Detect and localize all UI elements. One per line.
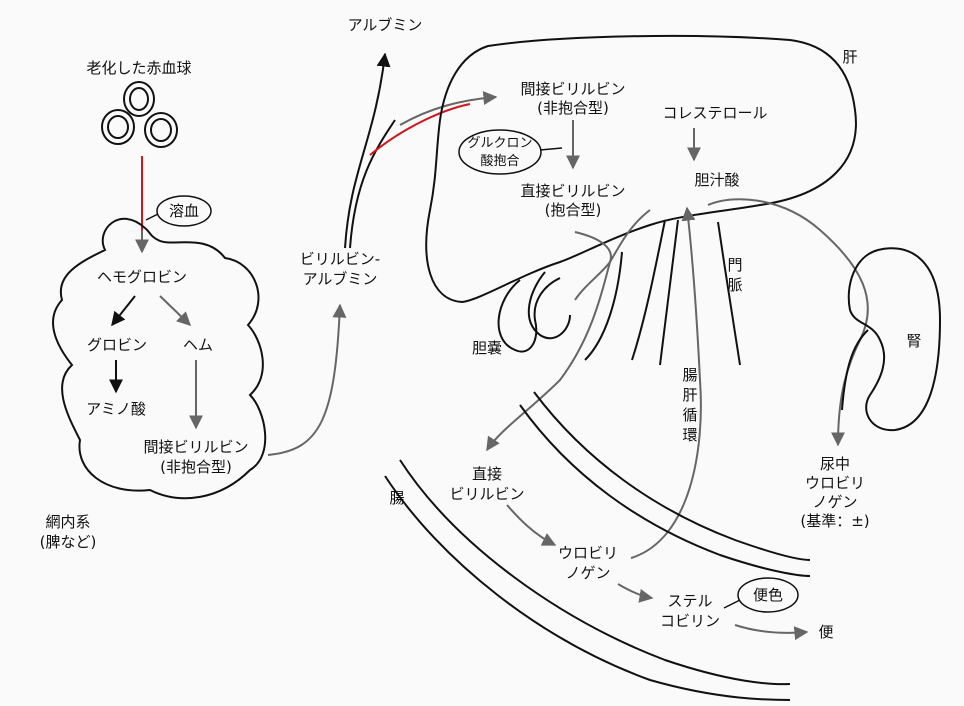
urine-urobilinogen-line1: 尿中 <box>820 455 850 473</box>
intestine-outer-wall <box>384 475 791 701</box>
diagram-canvas: 老化した赤血球 溶血 ヘモグロビン グロビン ヘム アミノ酸 間接ビリルビン (… <box>40 16 942 701</box>
portal-vein-wall-1 <box>631 219 666 361</box>
res-indirect-bilirubin-line1: 間接ビリルビン <box>143 438 248 456</box>
hemolysis-bubble-tail <box>145 213 159 221</box>
stool-color-bubble-tail <box>723 599 741 609</box>
liver-direct-bilirubin-line2: (抱合型) <box>545 201 602 219</box>
bilirubin-to-urobilinogen-arrow <box>506 504 557 546</box>
to-kidney-arrow <box>707 198 869 447</box>
enterohepatic-char2: 肝 <box>682 386 697 404</box>
res-boundary <box>52 217 267 500</box>
bile-duct-to-intestine-arrow <box>486 261 611 452</box>
stercobilin-line2: コビリン <box>660 612 720 630</box>
liver-label: 肝 <box>842 48 857 66</box>
glucuronidation-line2: 酸抱合 <box>480 153 519 169</box>
gallbladder-label: 胆嚢 <box>472 339 502 357</box>
urine-urobilinogen-line4: (基準：±) <box>800 512 869 530</box>
urobilinogen-line2: ノゲン <box>565 564 610 582</box>
stercobilin-to-stool-arrow <box>734 624 809 641</box>
globin-label: グロビン <box>87 336 147 354</box>
res-indirect-bilirubin-line2: (非抱合型) <box>160 458 232 476</box>
heme-label: ヘム <box>183 336 213 354</box>
gut-direct-bilirubin-line2: ビリルビン <box>449 485 524 503</box>
urobilinogen-line1: ウロビリ <box>558 544 618 562</box>
bile-acid-label: 胆汁酸 <box>694 171 739 189</box>
uptake-red-segment <box>369 103 471 156</box>
res-label-line1: 網内系 <box>45 513 90 531</box>
bile-acid-to-duct-flow <box>609 209 651 263</box>
bilirubin-albumin-line1: ビリルビン- <box>300 250 380 268</box>
enterohepatic-char4: 環 <box>682 426 697 444</box>
intestine-label: 腸 <box>389 489 404 507</box>
liver-direct-bilirubin-line1: 直接ビリルビン <box>520 182 625 200</box>
bilirubin-albumin-line2: アルブミン <box>303 270 378 288</box>
urine-urobilinogen-line2: ウロビリ <box>805 474 865 492</box>
portal-vein-line1: 門 <box>727 256 742 274</box>
albumin-branch-line <box>349 119 396 249</box>
glucuronidation-bubble-tail <box>539 147 563 151</box>
ureter-line <box>841 329 869 411</box>
gut-direct-bilirubin-line1: 直接 <box>472 465 502 483</box>
hemolysis-label: 溶血 <box>169 202 199 220</box>
res-label-line2: (脾など) <box>40 533 97 551</box>
liver-indirect-bilirubin-line2: (非抱合型) <box>537 99 609 117</box>
hemoglobin-to-heme-arrow <box>159 295 192 326</box>
kidney-outline <box>847 247 942 432</box>
albumin-return-arrow <box>344 52 391 249</box>
aged-rbc-icon <box>101 81 178 148</box>
stool-color-label: 便色 <box>753 586 783 604</box>
stool-label: 便 <box>818 623 833 641</box>
portal-vein-wall-2 <box>659 219 679 366</box>
urobilinogen-to-stercobilin-arrow <box>617 583 654 603</box>
kidney-label: 腎 <box>906 332 921 350</box>
liver-indirect-bilirubin-line1: 間接ビリルビン <box>520 80 625 98</box>
stercobilin-line1: ステル <box>667 592 712 610</box>
aged-rbc-label: 老化した赤血球 <box>86 59 191 77</box>
bilirubin-metabolism-diagram: 老化した赤血球 溶血 ヘモグロビン グロビン ヘム アミノ酸 間接ビリルビン (… <box>0 0 964 706</box>
glucuronidation-line1: グルクロン <box>467 136 532 151</box>
urine-urobilinogen-line3: ノゲン <box>812 493 857 511</box>
bilirubin-to-albumin-arrow <box>267 303 347 456</box>
portal-vein-line2: 脈 <box>727 276 742 294</box>
enterohepatic-char3: 循 <box>682 406 697 424</box>
enterohepatic-char1: 腸 <box>682 366 697 384</box>
hemoglobin-to-globin-arrow <box>111 295 136 327</box>
cholesterol-label: コレステロール <box>662 104 767 122</box>
amino-acid-label: アミノ酸 <box>86 400 146 418</box>
albumin-label: アルブミン <box>348 16 423 34</box>
hemoglobin-label: ヘモグロビン <box>97 268 187 286</box>
